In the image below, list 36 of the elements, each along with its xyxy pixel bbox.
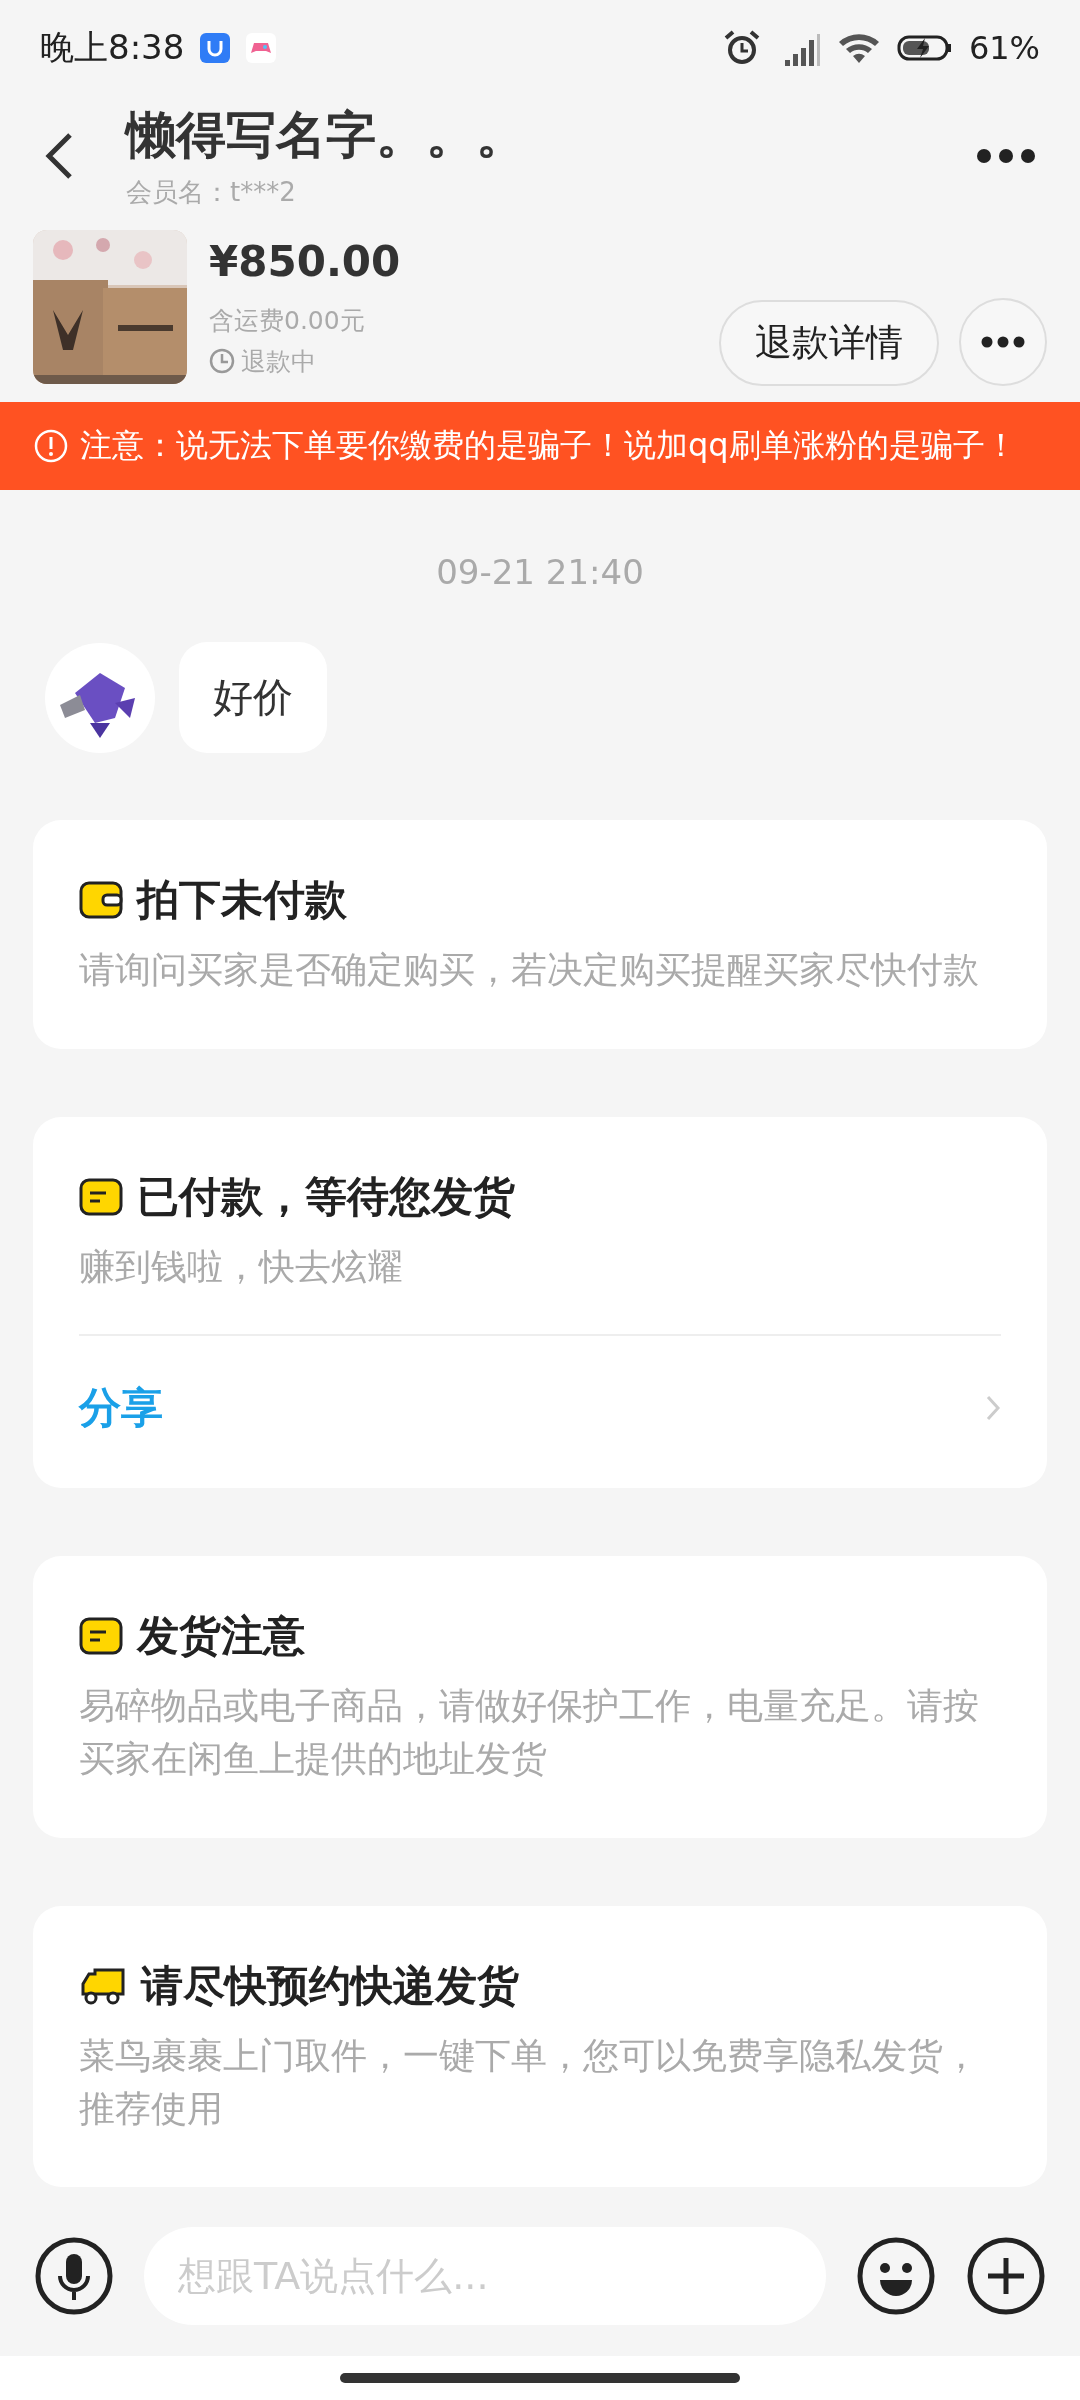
contact-name: 懒得写名字。。。 [126,105,527,166]
add-icon[interactable] [966,2236,1046,2316]
clock-time: 晚上8:38 [40,26,185,69]
card-text: 易碎物品或电子商品，请做好保护工作，电量充足。请按买家在闲鱼上提供的地址发货 [79,1683,980,1781]
card-text: 菜鸟裹裹上门取件，一键下单，您可以免费享隐私发货，推荐使用 [79,2033,980,2131]
list-icon [79,1616,123,1655]
warning-text: 注意：说无法下单要你缴费的是骗子！说加qq刷单涨粉的是骗子！ [80,425,1017,466]
avatar[interactable] [45,642,155,753]
more-icon [981,336,1025,348]
shipping-fee: 含运费0.00元 [209,304,366,337]
card-title: 已付款，等待您发货 [137,1170,515,1223]
price: ¥850.00 [209,236,402,286]
emoji-icon[interactable] [856,2236,936,2316]
message-bubble: 好价 [179,642,327,753]
back-icon[interactable] [44,132,74,180]
clock-icon [209,348,235,374]
order-status: 退款中 [241,345,316,378]
timestamp: 09-21 21:40 [436,552,644,592]
more-icon[interactable] [976,148,1036,164]
battery-percent: 61% [968,29,1040,67]
card-title: 请尽快预约快递发货 [141,1959,519,2012]
refund-details-button[interactable]: 退款详情 [719,300,939,386]
microphone-icon[interactable] [34,2236,114,2316]
card-text: 请询问买家是否确定购买，若决定购买提醒买家尽快付款 [79,948,980,992]
list-icon [79,1177,123,1216]
card-title: 发货注意 [137,1609,305,1662]
card-title: 拍下未付款 [137,874,347,926]
card-text: 赚到钱啦，快去炫耀 [79,1244,404,1289]
battery-icon [896,34,953,62]
shield-app-icon [200,33,231,63]
chevron-icon [985,1393,1001,1422]
warning-icon [34,429,68,463]
gamepad-app-icon [246,33,277,63]
wallet-icon [79,881,123,919]
member-name: 会员名：t***2 [126,176,297,209]
alarm-icon [722,30,761,66]
